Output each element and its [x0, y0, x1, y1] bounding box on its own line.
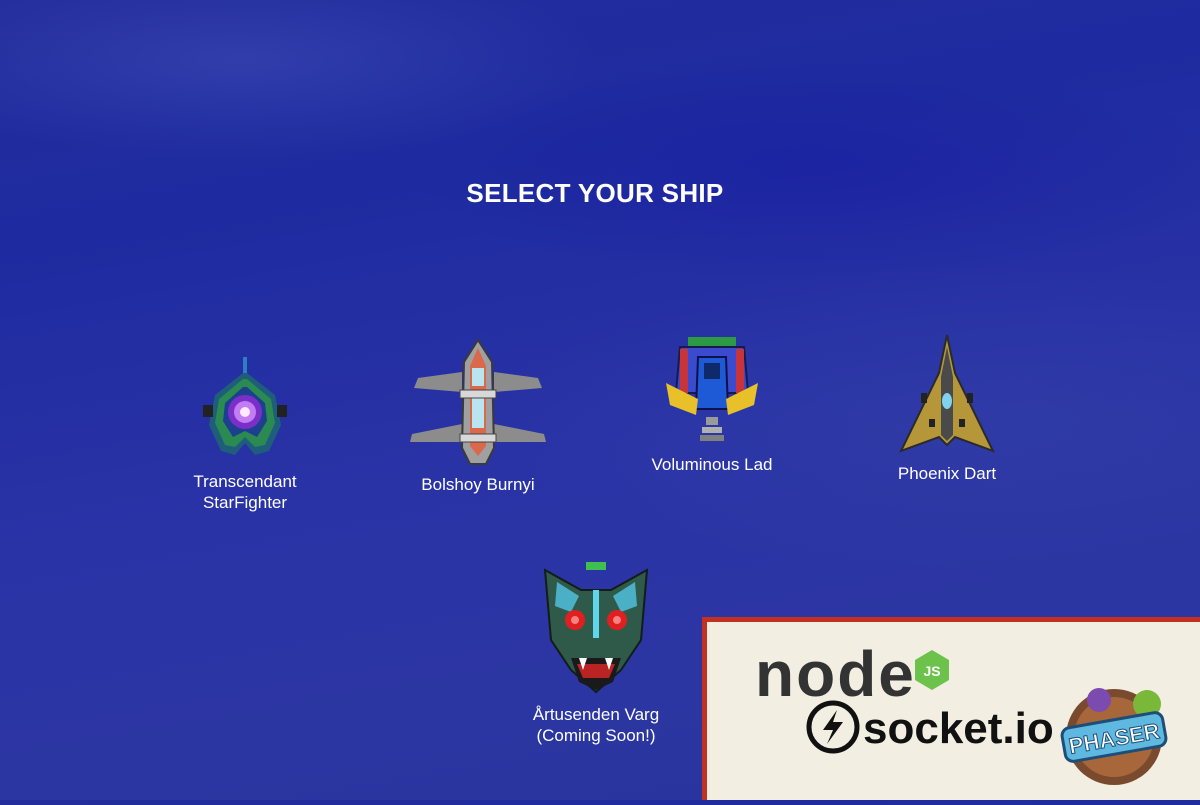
tech-logos: node JS socket.io PHASER	[755, 638, 1168, 785]
ship-option-artusenden-varg[interactable]: Årtusenden Varg (Coming Soon!)	[496, 560, 696, 746]
bolshoy-burnyi-ship-icon	[410, 338, 546, 465]
phoenix-dart-ship-icon	[899, 334, 995, 453]
coming-soon-label: (Coming Soon!)	[536, 726, 656, 745]
lightning-bolt-icon	[823, 710, 843, 744]
voluminous-lad-ship-icon	[666, 337, 758, 441]
purple-alien-icon	[1087, 688, 1111, 712]
wolf-head-ship-icon	[543, 562, 649, 694]
ship-option-transcendant-starfighter[interactable]: Transcendant StarFighter	[145, 355, 345, 513]
node-js-badge: JS	[923, 663, 940, 679]
ship-name: Voluminous Lad	[651, 455, 773, 474]
ship-name: Bolshoy Burnyi	[421, 475, 535, 494]
ship-name: Phoenix Dart	[897, 464, 997, 483]
tech-logo-panel: node JS socket.io PHASER	[702, 617, 1200, 800]
ship-name: Årtusenden Varg	[532, 705, 660, 724]
socketio-wordmark: socket.io	[863, 704, 1054, 753]
ship-option-bolshoy-burnyi[interactable]: Bolshoy Burnyi	[378, 338, 578, 495]
starfighter-ship-icon	[203, 357, 287, 455]
nodejs-logo: node JS	[755, 638, 949, 710]
ship-option-voluminous-lad[interactable]: Voluminous Lad	[612, 333, 812, 475]
node-wordmark: node	[755, 638, 916, 710]
ship-option-phoenix-dart[interactable]: Phoenix Dart	[847, 333, 1047, 484]
page-title: SELECT YOUR SHIP	[466, 178, 724, 208]
ship-name: Transcendant	[193, 472, 297, 491]
phaser-logo: PHASER	[1060, 688, 1168, 785]
socketio-logo: socket.io	[806, 700, 1054, 754]
ship-name-line2: StarFighter	[202, 493, 288, 512]
